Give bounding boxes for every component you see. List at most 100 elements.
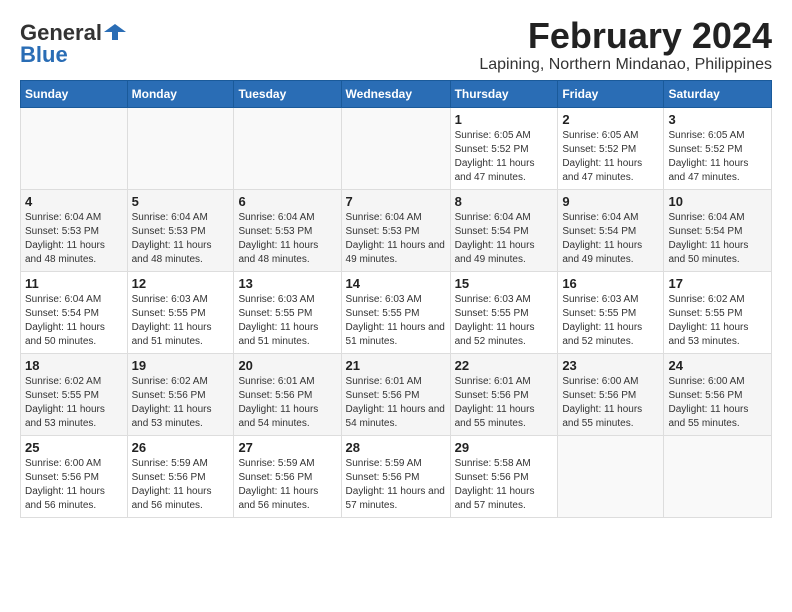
day-info: Sunrise: 6:04 AM Sunset: 5:54 PM Dayligh… bbox=[25, 293, 123, 349]
table-cell: 19 Sunrise: 6:02 AM Sunset: 5:56 PM Dayli… bbox=[127, 353, 234, 435]
day-number: 16 bbox=[562, 276, 659, 291]
day-info: Sunrise: 6:05 AM Sunset: 5:52 PM Dayligh… bbox=[562, 129, 659, 185]
day-number: 17 bbox=[668, 276, 767, 291]
day-info: Sunrise: 5:59 AM Sunset: 5:56 PM Dayligh… bbox=[132, 457, 230, 513]
table-cell: 16 Sunrise: 6:03 AM Sunset: 5:55 PM Dayli… bbox=[558, 271, 664, 353]
title-area: February 2024 Lapining, Northern Mindana… bbox=[479, 16, 772, 74]
table-cell: 2 Sunrise: 6:05 AM Sunset: 5:52 PM Daylig… bbox=[558, 107, 664, 189]
header-monday: Monday bbox=[127, 80, 234, 107]
day-number: 19 bbox=[132, 358, 230, 373]
table-cell: 17 Sunrise: 6:02 AM Sunset: 5:55 PM Dayli… bbox=[664, 271, 772, 353]
day-info: Sunrise: 6:05 AM Sunset: 5:52 PM Dayligh… bbox=[455, 129, 554, 185]
day-info: Sunrise: 6:01 AM Sunset: 5:56 PM Dayligh… bbox=[346, 375, 446, 431]
week-row-1: 1 Sunrise: 6:05 AM Sunset: 5:52 PM Daylig… bbox=[21, 107, 772, 189]
table-cell: 8 Sunrise: 6:04 AM Sunset: 5:54 PM Daylig… bbox=[450, 189, 558, 271]
day-number: 12 bbox=[132, 276, 230, 291]
logo-blue: Blue bbox=[20, 42, 68, 68]
day-info: Sunrise: 6:00 AM Sunset: 5:56 PM Dayligh… bbox=[25, 457, 123, 513]
day-info: Sunrise: 6:04 AM Sunset: 5:54 PM Dayligh… bbox=[455, 211, 554, 267]
table-cell bbox=[341, 107, 450, 189]
day-number: 7 bbox=[346, 194, 446, 209]
table-cell bbox=[558, 435, 664, 517]
table-cell: 25 Sunrise: 6:00 AM Sunset: 5:56 PM Dayli… bbox=[21, 435, 128, 517]
day-info: Sunrise: 6:04 AM Sunset: 5:54 PM Dayligh… bbox=[668, 211, 767, 267]
day-number: 28 bbox=[346, 440, 446, 455]
day-info: Sunrise: 6:05 AM Sunset: 5:52 PM Dayligh… bbox=[668, 129, 767, 185]
week-row-4: 18Sunrise: 6:02 AM Sunset: 5:55 PM Dayli… bbox=[21, 353, 772, 435]
table-cell: 12 Sunrise: 6:03 AM Sunset: 5:55 PM Dayli… bbox=[127, 271, 234, 353]
table-cell: 22 Sunrise: 6:01 AM Sunset: 5:56 PM Dayli… bbox=[450, 353, 558, 435]
table-cell: 24Sunrise: 6:00 AM Sunset: 5:56 PM Dayli… bbox=[664, 353, 772, 435]
header-tuesday: Tuesday bbox=[234, 80, 341, 107]
day-number: 4 bbox=[25, 194, 123, 209]
day-info: Sunrise: 5:59 AM Sunset: 5:56 PM Dayligh… bbox=[238, 457, 336, 513]
day-number: 15 bbox=[455, 276, 554, 291]
table-cell: 15 Sunrise: 6:03 AM Sunset: 5:55 PM Dayli… bbox=[450, 271, 558, 353]
day-info: Sunrise: 6:03 AM Sunset: 5:55 PM Dayligh… bbox=[238, 293, 336, 349]
day-info: Sunrise: 5:59 AM Sunset: 5:56 PM Dayligh… bbox=[346, 457, 446, 513]
table-cell: 10 Sunrise: 6:04 AM Sunset: 5:54 PM Dayli… bbox=[664, 189, 772, 271]
day-number: 13 bbox=[238, 276, 336, 291]
table-cell bbox=[127, 107, 234, 189]
day-info: Sunrise: 6:04 AM Sunset: 5:53 PM Dayligh… bbox=[346, 211, 446, 267]
day-number: 26 bbox=[132, 440, 230, 455]
day-number: 27 bbox=[238, 440, 336, 455]
day-info: Sunrise: 6:03 AM Sunset: 5:55 PM Dayligh… bbox=[132, 293, 230, 349]
day-info: Sunrise: 6:04 AM Sunset: 5:53 PM Dayligh… bbox=[238, 211, 336, 267]
table-cell: 6 Sunrise: 6:04 AM Sunset: 5:53 PM Daylig… bbox=[234, 189, 341, 271]
day-info: Sunrise: 6:01 AM Sunset: 5:56 PM Dayligh… bbox=[238, 375, 336, 431]
table-cell: 23Sunrise: 6:00 AM Sunset: 5:56 PM Dayli… bbox=[558, 353, 664, 435]
week-row-5: 25 Sunrise: 6:00 AM Sunset: 5:56 PM Dayli… bbox=[21, 435, 772, 517]
table-cell: 29 Sunrise: 5:58 AM Sunset: 5:56 PM Dayli… bbox=[450, 435, 558, 517]
table-cell bbox=[21, 107, 128, 189]
day-info: Sunrise: 6:02 AM Sunset: 5:55 PM Dayligh… bbox=[668, 293, 767, 349]
day-number: 18 bbox=[25, 358, 123, 373]
header: General Blue February 2024 Lapining, Nor… bbox=[20, 16, 772, 74]
table-cell bbox=[664, 435, 772, 517]
table-cell: 20 Sunrise: 6:01 AM Sunset: 5:56 PM Dayli… bbox=[234, 353, 341, 435]
day-number: 20 bbox=[238, 358, 336, 373]
main-title: February 2024 bbox=[479, 16, 772, 56]
table-cell: 13 Sunrise: 6:03 AM Sunset: 5:55 PM Dayli… bbox=[234, 271, 341, 353]
day-number: 1 bbox=[455, 112, 554, 127]
logo-bird-icon bbox=[104, 22, 126, 44]
table-cell: 1 Sunrise: 6:05 AM Sunset: 5:52 PM Daylig… bbox=[450, 107, 558, 189]
day-number: 8 bbox=[455, 194, 554, 209]
day-number: 29 bbox=[455, 440, 554, 455]
day-info: Sunrise: 6:01 AM Sunset: 5:56 PM Dayligh… bbox=[455, 375, 554, 431]
day-info: Sunrise: 6:04 AM Sunset: 5:53 PM Dayligh… bbox=[132, 211, 230, 267]
table-cell: 7 Sunrise: 6:04 AM Sunset: 5:53 PM Daylig… bbox=[341, 189, 450, 271]
day-number: 22 bbox=[455, 358, 554, 373]
day-number: 14 bbox=[346, 276, 446, 291]
table-cell: 26 Sunrise: 5:59 AM Sunset: 5:56 PM Dayli… bbox=[127, 435, 234, 517]
table-cell: 3Sunrise: 6:05 AM Sunset: 5:52 PM Daylig… bbox=[664, 107, 772, 189]
day-number: 5 bbox=[132, 194, 230, 209]
table-cell: 21Sunrise: 6:01 AM Sunset: 5:56 PM Dayli… bbox=[341, 353, 450, 435]
day-number: 9 bbox=[562, 194, 659, 209]
day-info: Sunrise: 6:03 AM Sunset: 5:55 PM Dayligh… bbox=[455, 293, 554, 349]
table-cell bbox=[234, 107, 341, 189]
day-number: 24 bbox=[668, 358, 767, 373]
table-cell: 27 Sunrise: 5:59 AM Sunset: 5:56 PM Dayli… bbox=[234, 435, 341, 517]
day-number: 2 bbox=[562, 112, 659, 127]
header-friday: Friday bbox=[558, 80, 664, 107]
table-cell: 14Sunrise: 6:03 AM Sunset: 5:55 PM Dayli… bbox=[341, 271, 450, 353]
day-number: 25 bbox=[25, 440, 123, 455]
header-saturday: Saturday bbox=[664, 80, 772, 107]
day-number: 23 bbox=[562, 358, 659, 373]
table-cell: 11 Sunrise: 6:04 AM Sunset: 5:54 PM Dayli… bbox=[21, 271, 128, 353]
day-number: 10 bbox=[668, 194, 767, 209]
week-row-3: 11 Sunrise: 6:04 AM Sunset: 5:54 PM Dayli… bbox=[21, 271, 772, 353]
day-number: 6 bbox=[238, 194, 336, 209]
table-cell: 4 Sunrise: 6:04 AM Sunset: 5:53 PM Daylig… bbox=[21, 189, 128, 271]
calendar-table: SundayMondayTuesdayWednesdayThursdayFrid… bbox=[20, 80, 772, 518]
day-info: Sunrise: 6:03 AM Sunset: 5:55 PM Dayligh… bbox=[562, 293, 659, 349]
day-number: 11 bbox=[25, 276, 123, 291]
table-cell: 28 Sunrise: 5:59 AM Sunset: 5:56 PM Dayli… bbox=[341, 435, 450, 517]
day-info: Sunrise: 6:04 AM Sunset: 5:54 PM Dayligh… bbox=[562, 211, 659, 267]
day-info: Sunrise: 5:58 AM Sunset: 5:56 PM Dayligh… bbox=[455, 457, 554, 513]
day-info: Sunrise: 6:04 AM Sunset: 5:53 PM Dayligh… bbox=[25, 211, 123, 267]
week-row-2: 4 Sunrise: 6:04 AM Sunset: 5:53 PM Daylig… bbox=[21, 189, 772, 271]
day-info: Sunrise: 6:02 AM Sunset: 5:56 PM Dayligh… bbox=[132, 375, 230, 431]
header-wednesday: Wednesday bbox=[341, 80, 450, 107]
